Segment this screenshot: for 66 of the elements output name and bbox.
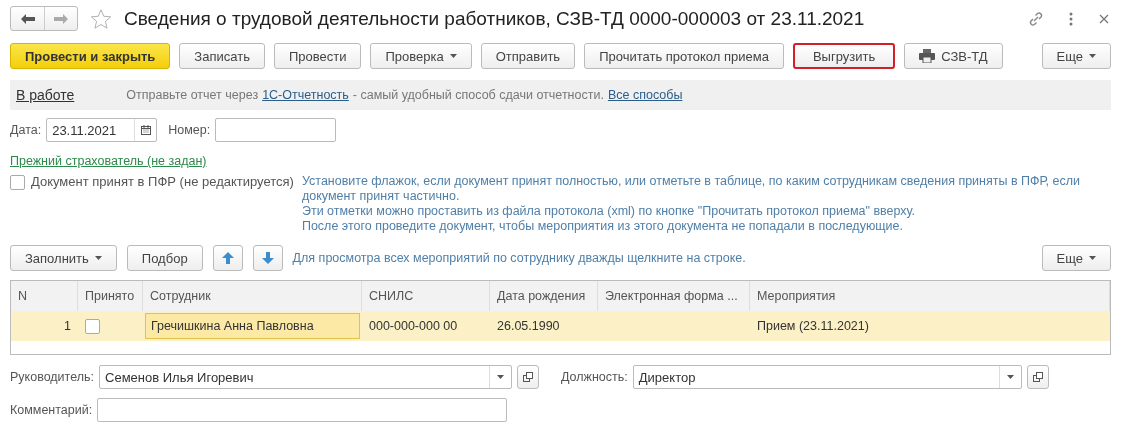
hint-text: После этого проведите документ, чтобы мероприятия из этого документа не попадали в последующие.	[301, 219, 904, 234]
open-button[interactable]	[1026, 365, 1049, 389]
column-header[interactable]: Дата рождения	[490, 281, 598, 311]
pick-button[interactable]: Подбор	[126, 245, 203, 271]
checkbox[interactable]	[85, 319, 100, 334]
table-cell: 1	[11, 311, 78, 341]
status-link[interactable]: В работе	[16, 87, 75, 103]
info-text: Отправьте отчет через	[126, 88, 259, 102]
toolbar-button[interactable]: СЗВ-ТД	[904, 43, 1003, 69]
more-button[interactable]: Еще	[1041, 245, 1111, 271]
arrow-right-icon	[54, 13, 68, 24]
column-header[interactable]: Электронная форма ...	[598, 281, 750, 311]
column-header[interactable]: Сотрудник	[143, 281, 362, 311]
hint-text: Эти отметки можно проставить из файла протокола (xml) по кнопке "Прочитать протокол приема" вверху.	[301, 204, 917, 219]
previous-insurer-link[interactable]: Прежний страхователь (не задан)	[10, 154, 207, 168]
table-cell: 000-000-000 00	[362, 311, 490, 341]
hint-text: Для просмотра всех мероприятий по сотруднику дважды щелкните на строке.	[292, 251, 746, 265]
table-cell: Гречишкина Анна Павловна	[145, 313, 360, 339]
caret-icon	[1006, 375, 1014, 379]
move-down-button[interactable]	[252, 245, 283, 271]
toolbar-button[interactable]: Провести и закрыть	[10, 43, 171, 69]
table-cell: Прием (23.11.2021)	[750, 311, 1110, 341]
highlighted-button[interactable]: Выгрузить	[792, 43, 896, 69]
open-button[interactable]	[517, 365, 539, 389]
comment-label: Комментарий:	[10, 403, 93, 417]
number-label: Номер:	[168, 123, 211, 137]
caret-icon	[497, 375, 504, 379]
comment-field[interactable]	[97, 398, 508, 422]
checkbox[interactable]	[10, 175, 25, 190]
arrow-down-icon	[261, 252, 274, 264]
number-field[interactable]	[215, 118, 337, 142]
all-methods-link[interactable]: Все способы	[607, 88, 683, 102]
caret-icon	[1089, 256, 1096, 260]
caret-icon	[1089, 54, 1096, 58]
column-header[interactable]: СНИЛС	[362, 281, 490, 311]
open-icon	[523, 372, 533, 382]
hint-text: Установите флажок, если документ принят полностью, или отметьте в таблице, по каким сотрудникам сведения приняты в ПФР, если	[301, 174, 1080, 189]
move-up-button[interactable]	[212, 245, 243, 271]
toolbar-button[interactable]: Прочитать протокол приема	[584, 43, 784, 69]
more-button[interactable]: Еще	[1041, 43, 1111, 69]
fill-button[interactable]: Заполнить	[10, 245, 117, 271]
manager-label: Руководитель:	[10, 370, 94, 384]
checkbox-label: Документ принят в ПФР (не редактируется)	[31, 174, 294, 189]
reporting-link[interactable]: 1С-Отчетность	[262, 88, 349, 102]
manager-field[interactable]: Семенов Илья Игоревич	[99, 365, 512, 389]
window-title: Сведения о трудовой деятельности работников, СЗВ-ТД 0000-000003 от 23.11.2021	[124, 7, 866, 30]
table-cell: 26.05.1990	[490, 311, 598, 341]
toolbar-button[interactable]: Записать	[179, 43, 265, 69]
date-field[interactable]: 23.11.2021	[46, 118, 158, 142]
toolbar-button[interactable]: Отправить	[480, 43, 576, 69]
position-label: Должность:	[561, 370, 628, 384]
position-field[interactable]: Директор	[632, 365, 1022, 389]
date-label: Дата:	[10, 123, 42, 137]
printer-icon	[919, 49, 936, 63]
info-text: - самый удобный способ сдачи отчетности.	[352, 88, 604, 102]
toolbar-button[interactable]: Провести	[273, 43, 362, 69]
toolbar-button[interactable]: Проверка	[370, 43, 472, 69]
column-header[interactable]: Принято	[78, 281, 143, 311]
caret-icon	[449, 54, 457, 58]
arrow-up-icon	[221, 252, 234, 264]
column-header[interactable]: N	[11, 281, 78, 311]
open-icon	[1032, 372, 1043, 382]
column-header[interactable]: Мероприятия	[750, 281, 1110, 311]
caret-icon	[94, 256, 102, 260]
arrow-left-icon	[20, 13, 35, 24]
hint-text: документ принят частично.	[301, 189, 461, 204]
